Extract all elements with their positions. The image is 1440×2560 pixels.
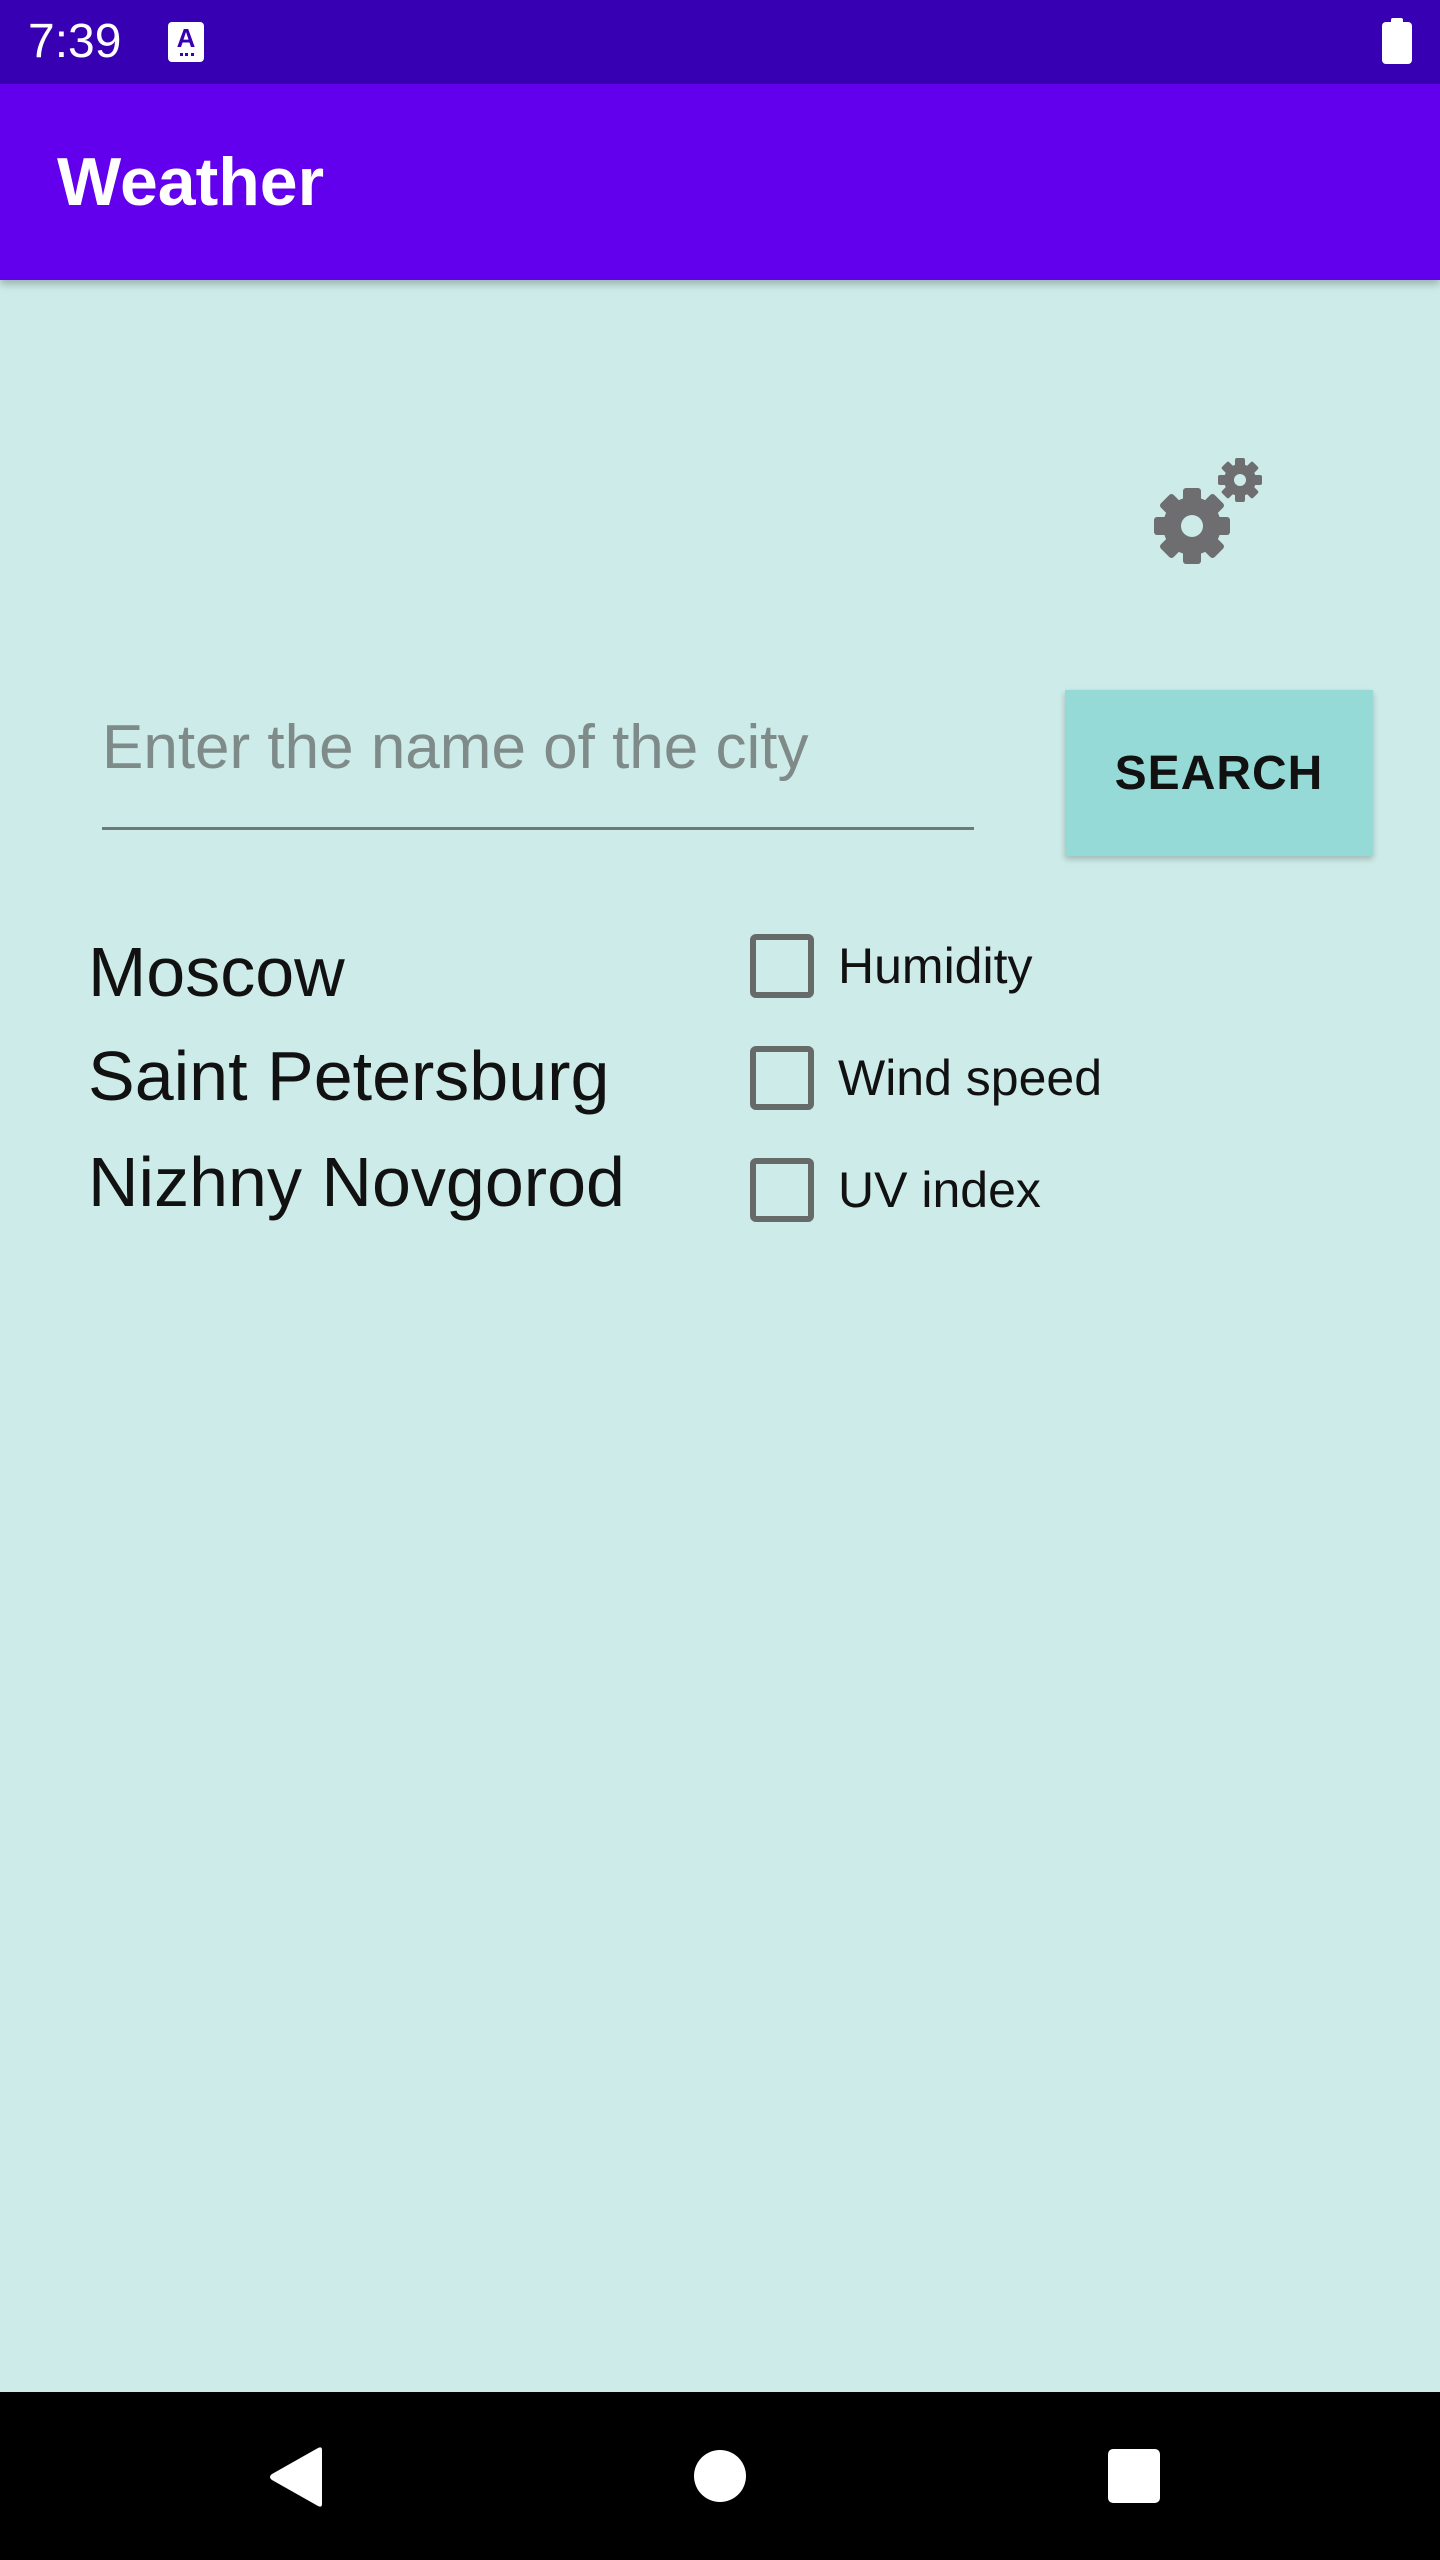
status-bar: 7:39 A [0,0,1440,84]
city-search-input[interactable] [102,690,974,830]
city-item-nizhny-novgorod[interactable]: Nizhny Novgorod [88,1140,625,1224]
app-title: Weather [57,144,325,220]
back-triangle-icon[interactable] [268,2446,324,2508]
humidity-checkbox[interactable] [750,934,814,998]
home-circle-icon[interactable] [694,2450,746,2502]
navigation-bar [0,2392,1440,2560]
wind-speed-label: Wind speed [838,1050,1103,1106]
uv-index-label: UV index [838,1162,1041,1218]
humidity-label: Humidity [838,938,1033,994]
city-item-moscow[interactable]: Moscow [88,930,345,1014]
notification-a-icon: A [168,22,204,62]
app-bar: Weather [0,84,1440,280]
uv-index-checkbox[interactable] [750,1158,814,1222]
notification-a-letter: A [176,23,196,53]
gear-icon [1154,458,1262,564]
settings-button[interactable] [1140,448,1270,578]
recents-square-icon[interactable] [1108,2449,1160,2503]
search-button[interactable]: SEARCH [1065,690,1373,856]
wind-speed-checkbox[interactable] [750,1046,814,1110]
status-time: 7:39 [28,15,122,68]
city-item-saint-petersburg[interactable]: Saint Petersburg [88,1034,609,1118]
battery-full-icon [1382,18,1412,64]
